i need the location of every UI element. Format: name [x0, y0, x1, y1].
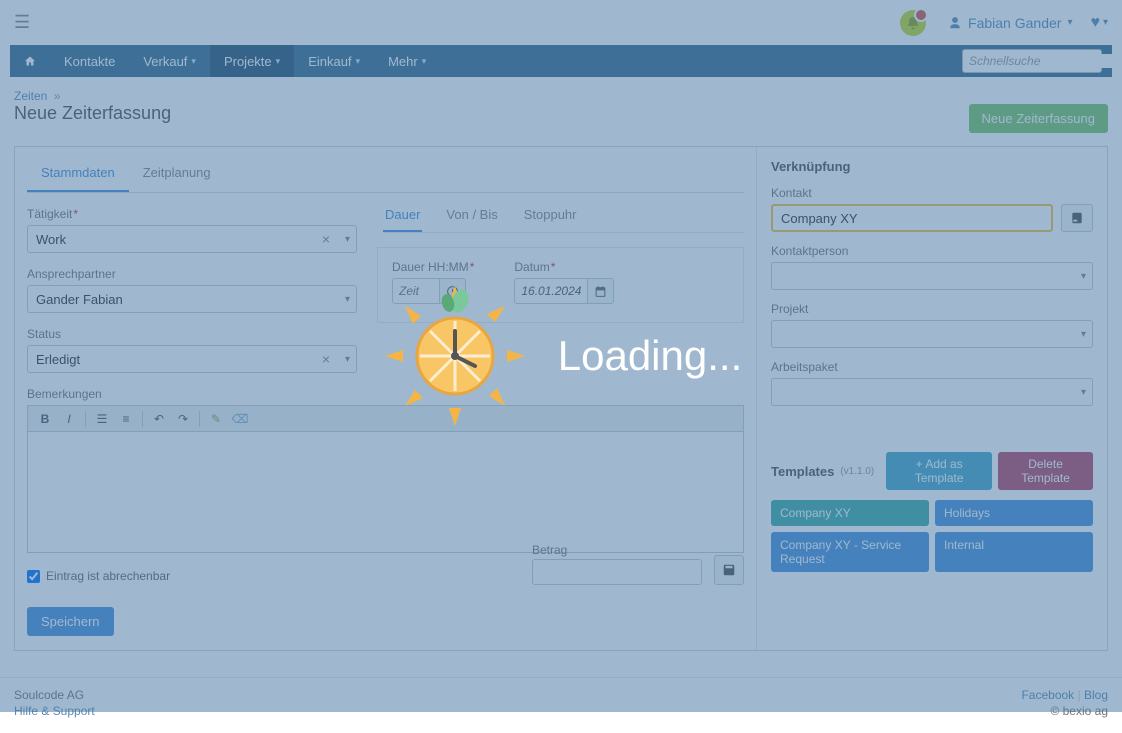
user-name: Fabian Gander [968, 15, 1061, 31]
italic-button[interactable]: I [58, 409, 80, 429]
tab-zeitplanung[interactable]: Zeitplanung [129, 155, 225, 192]
calculate-button[interactable] [714, 555, 744, 585]
template-item[interactable]: Company XY [771, 500, 929, 526]
kontakt-input[interactable]: Company XY [771, 204, 1053, 232]
nav-mehr[interactable]: Mehr▾ [374, 45, 440, 77]
calendar-icon [594, 285, 607, 298]
chevron-down-icon: ▾ [345, 294, 350, 305]
betrag-input[interactable] [532, 559, 702, 585]
nav-projekte[interactable]: Projekte▾ [210, 45, 294, 77]
template-item[interactable]: Internal [935, 532, 1093, 572]
numbered-list-button[interactable]: ≡ [115, 409, 137, 429]
menu-icon[interactable]: ☰ [14, 12, 30, 33]
nav-kontakte[interactable]: Kontakte [50, 45, 129, 77]
clear-icon[interactable]: × [322, 351, 330, 367]
remarks-textarea[interactable] [28, 432, 743, 552]
footer-blog-link[interactable]: Blog [1084, 688, 1108, 702]
ansprechpartner-label: Ansprechpartner [27, 267, 357, 281]
user-icon [948, 16, 962, 30]
highlight-button[interactable]: ✎ [205, 409, 227, 429]
datum-input[interactable] [514, 278, 588, 304]
home-icon [24, 54, 36, 68]
arbeitspaket-label: Arbeitspaket [771, 360, 1093, 374]
taetigkeit-select[interactable]: Work × ▾ [27, 225, 357, 253]
quick-search[interactable] [962, 49, 1102, 73]
addressbook-icon [1070, 211, 1084, 225]
subtab-vonbis[interactable]: Von / Bis [444, 199, 499, 232]
caret-down-icon: ▾ [1067, 17, 1072, 28]
projekt-label: Projekt [771, 302, 1093, 316]
template-item[interactable]: Company XY - Service Request [771, 532, 929, 572]
clock-button[interactable] [440, 278, 466, 304]
bullet-list-button[interactable]: ☰ [91, 409, 113, 429]
clock-icon [446, 285, 459, 298]
footer-company: Soulcode AG [14, 688, 95, 702]
billable-label: Eintrag ist abrechenbar [46, 569, 170, 583]
notification-badge[interactable] [900, 10, 926, 36]
projekt-select[interactable]: ▾ [771, 320, 1093, 348]
bemerkungen-label: Bemerkungen [27, 387, 744, 401]
status-label: Status [27, 327, 357, 341]
chevron-down-icon: ▾ [345, 234, 350, 245]
arbeitspaket-select[interactable]: ▾ [771, 378, 1093, 406]
status-select[interactable]: Erledigt × ▾ [27, 345, 357, 373]
taetigkeit-label: Tätigkeit* [27, 207, 357, 221]
template-item[interactable]: Holidays [935, 500, 1093, 526]
page-title: Neue Zeiterfassung [14, 103, 1108, 124]
add-template-button[interactable]: + Add as Template [886, 452, 992, 490]
kontakt-label: Kontakt [771, 186, 1093, 200]
tab-stammdaten[interactable]: Stammdaten [27, 155, 129, 192]
redo-button[interactable]: ↷ [172, 409, 194, 429]
undo-button[interactable]: ↶ [148, 409, 170, 429]
nav-home[interactable] [10, 45, 50, 77]
dauer-input[interactable] [392, 278, 440, 304]
billable-checkbox[interactable] [27, 570, 40, 583]
calendar-button[interactable] [588, 278, 614, 304]
remarks-editor: B I ☰ ≡ ↶ ↷ ✎ ⌫ [27, 405, 744, 553]
favorite-menu[interactable]: ♥▾ [1090, 14, 1108, 32]
calculator-icon [722, 563, 736, 577]
templates-version: (v1.1.0) [840, 466, 874, 477]
nav-verkauf[interactable]: Verkauf▾ [129, 45, 210, 77]
breadcrumb-parent[interactable]: Zeiten [14, 89, 47, 103]
link-section-title: Verknüpfung [771, 159, 1093, 174]
breadcrumb: Zeiten » [14, 89, 1108, 103]
kontaktperson-select[interactable]: ▾ [771, 262, 1093, 290]
new-time-entry-button[interactable]: Neue Zeiterfassung [969, 104, 1108, 133]
user-menu[interactable]: Fabian Gander ▾ [948, 15, 1072, 31]
bold-button[interactable]: B [34, 409, 56, 429]
delete-template-button[interactable]: Delete Template [998, 452, 1093, 490]
datum-label: Datum* [514, 260, 614, 274]
footer-help-link[interactable]: Hilfe & Support [14, 704, 95, 718]
subtab-dauer[interactable]: Dauer [383, 199, 422, 232]
nav-einkauf[interactable]: Einkauf▾ [294, 45, 374, 77]
chevron-down-icon: ▾ [345, 354, 350, 365]
ansprechpartner-select[interactable]: Gander Fabian ▾ [27, 285, 357, 313]
main-nav: Kontakte Verkauf▾ Projekte▾ Einkauf▾ Meh… [10, 45, 1112, 77]
kontakt-browse-button[interactable] [1061, 204, 1093, 232]
footer-facebook-link[interactable]: Facebook [1021, 688, 1074, 702]
dauer-label: Dauer HH:MM* [392, 260, 474, 274]
clear-format-button[interactable]: ⌫ [229, 409, 251, 429]
kontaktperson-label: Kontaktperson [771, 244, 1093, 258]
betrag-label: Betrag [532, 543, 702, 557]
subtab-stoppuhr[interactable]: Stoppuhr [522, 199, 579, 232]
clear-icon[interactable]: × [322, 231, 330, 247]
save-button[interactable]: Speichern [27, 607, 114, 636]
templates-label: Templates [771, 464, 834, 479]
footer-copyright: © bexio ag [1021, 704, 1108, 718]
search-input[interactable] [969, 54, 1122, 68]
